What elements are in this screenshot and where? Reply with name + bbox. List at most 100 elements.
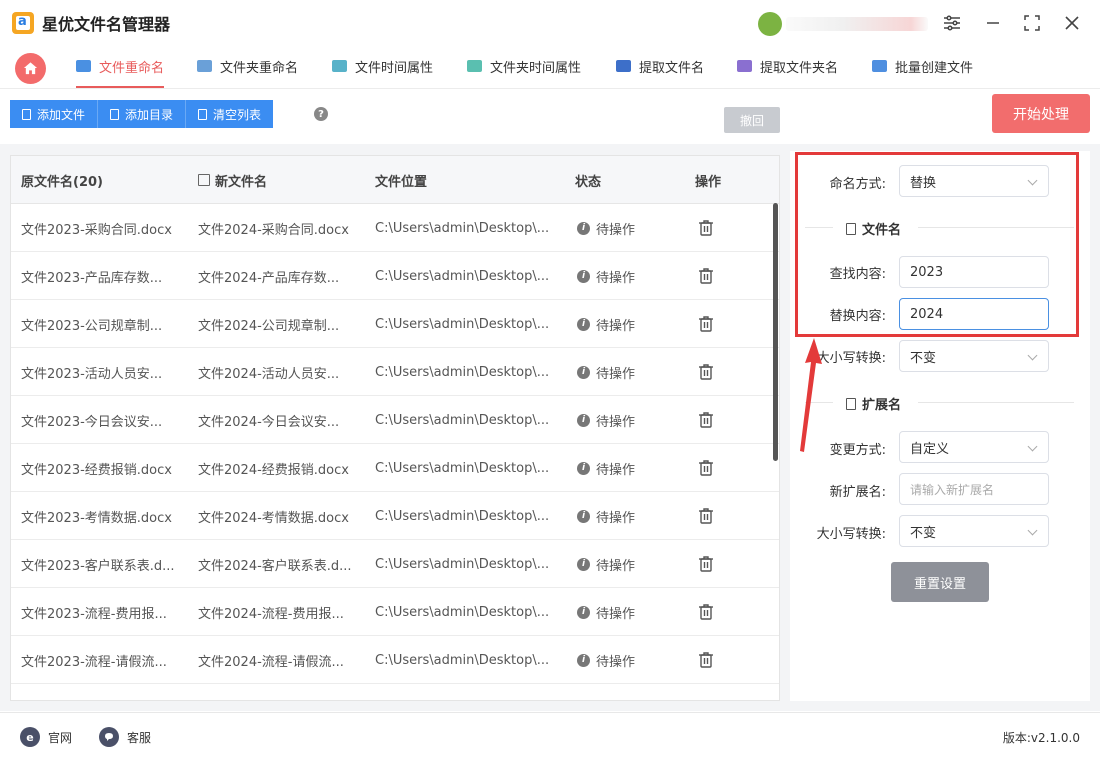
location-cell: C:\Users\admin\Desktop\... bbox=[375, 268, 550, 284]
replace-content-input[interactable]: 2024 bbox=[899, 298, 1049, 330]
location-cell: C:\Users\admin\Desktop\... bbox=[375, 316, 550, 332]
location-cell: C:\Users\admin\Desktop\... bbox=[375, 412, 550, 428]
home-icon bbox=[23, 62, 38, 75]
table-row[interactable]: 文件2023-客户联系表.d... 文件2024-客户联系表.d... C:\Use… bbox=[11, 540, 779, 588]
table-row[interactable]: 文件2023-经费报销.docx 文件2024-经费报销.docx C:\Users… bbox=[11, 444, 779, 492]
case-conversion-label: 大小写转换: bbox=[816, 351, 886, 366]
new-name-cell: 文件2024-考情数据.docx bbox=[198, 510, 349, 526]
file-toolbar: 添加文件 添加目录 清空列表 bbox=[10, 100, 274, 128]
location-cell: C:\Users\admin\Desktop\... bbox=[375, 604, 550, 620]
trash-icon bbox=[699, 604, 713, 620]
naming-mode-select[interactable]: 替换 bbox=[899, 165, 1049, 197]
location-cell: C:\Users\admin\Desktop\... bbox=[375, 556, 550, 572]
table-row[interactable]: 文件2023-流程-请假流... 文件2024-流程-请假流... C:\Users… bbox=[11, 636, 779, 684]
trash-icon bbox=[699, 316, 713, 332]
info-icon: i bbox=[577, 557, 590, 571]
status-cell: i 待操作 bbox=[577, 540, 635, 588]
original-name-cell: 文件2023-活动人员安... bbox=[21, 366, 163, 382]
user-avatar[interactable] bbox=[758, 12, 782, 36]
table-row[interactable]: 文件2023-公司规章制... 文件2024-公司规章制... C:\Users\a… bbox=[11, 300, 779, 348]
tab-extract-filename[interactable]: 提取文件名 bbox=[616, 46, 704, 86]
delete-button[interactable] bbox=[697, 492, 715, 540]
trash-icon bbox=[699, 412, 713, 428]
add-directory-button[interactable]: 添加目录 bbox=[98, 100, 187, 128]
folder-time-icon bbox=[467, 60, 482, 72]
new-extension-input[interactable]: 请输入新扩展名 bbox=[899, 473, 1049, 505]
home-button[interactable] bbox=[15, 53, 46, 84]
reset-settings-button[interactable]: 重置设置 bbox=[891, 562, 989, 602]
ext-mode-select[interactable]: 自定义 bbox=[899, 431, 1049, 463]
col-original-name: 原文件名(20) bbox=[21, 174, 103, 190]
settings-sliders-icon[interactable] bbox=[941, 12, 963, 34]
tab-file-rename[interactable]: 文件重命名 bbox=[76, 46, 165, 88]
info-icon: i bbox=[577, 509, 590, 523]
case-conversion-select[interactable]: 不变 bbox=[899, 340, 1049, 372]
filename-section-title: 文件名 bbox=[846, 219, 901, 238]
delete-button[interactable] bbox=[697, 348, 715, 396]
add-file-button[interactable]: 添加文件 bbox=[10, 100, 99, 128]
maximize-icon[interactable] bbox=[1021, 12, 1043, 34]
find-content-input[interactable]: 2023 bbox=[899, 256, 1049, 288]
extension-section-title: 扩展名 bbox=[846, 394, 901, 413]
original-name-cell: 文件2023-公司规章制... bbox=[21, 318, 163, 334]
delete-button[interactable] bbox=[697, 444, 715, 492]
undo-button[interactable]: 撤回 bbox=[724, 107, 780, 133]
close-icon[interactable] bbox=[1061, 12, 1083, 34]
start-process-button[interactable]: 开始处理 bbox=[992, 94, 1090, 133]
extract-filename-icon bbox=[616, 60, 631, 72]
chevron-down-icon bbox=[1027, 175, 1038, 186]
table-row[interactable]: 文件2023-今日会议安... 文件2024-今日会议安... C:\Users\a… bbox=[11, 396, 779, 444]
minimize-icon[interactable] bbox=[982, 12, 1004, 34]
chat-bubble-icon bbox=[99, 727, 119, 747]
table-row[interactable]: 文件2023-流程-费用报... 文件2024-流程-费用报... C:\Users… bbox=[11, 588, 779, 636]
delete-button[interactable] bbox=[697, 540, 715, 588]
delete-button[interactable] bbox=[697, 252, 715, 300]
original-name-cell: 文件2023-考情数据.docx bbox=[21, 510, 172, 526]
delete-button[interactable] bbox=[697, 300, 715, 348]
user-name-redacted bbox=[786, 17, 928, 31]
new-name-cell: 文件2024-流程-请假流... bbox=[198, 654, 344, 670]
file-table: 原文件名(20) 新文件名 文件位置 状态 操作 文件2023-采购合同.doc… bbox=[10, 155, 780, 701]
table-scrollbar[interactable] bbox=[773, 203, 778, 461]
folder-rename-icon bbox=[197, 60, 212, 72]
delete-button[interactable] bbox=[697, 636, 715, 684]
tab-file-time[interactable]: 文件时间属性 bbox=[332, 46, 433, 86]
delete-button[interactable] bbox=[697, 204, 715, 252]
col-location: 文件位置 bbox=[375, 174, 428, 190]
original-name-cell: 文件2023-流程-请假流... bbox=[21, 654, 167, 670]
footer-bar: e 官网 客服 版本:v2.1.0.0 bbox=[0, 712, 1100, 760]
chevron-down-icon bbox=[1027, 441, 1038, 452]
ext-case-conversion-label: 大小写转换: bbox=[816, 527, 886, 542]
table-row[interactable]: 文件2023-采购合同.docx 文件2024-采购合同.docx C:\Users… bbox=[11, 204, 779, 252]
new-name-cell: 文件2024-采购合同.docx bbox=[198, 222, 349, 238]
version-info: 版本:v2.1.0.0 bbox=[1002, 731, 1080, 745]
replace-content-label: 替换内容: bbox=[829, 309, 886, 324]
naming-mode-label: 命名方式: bbox=[829, 177, 886, 192]
extension-icon bbox=[846, 397, 856, 410]
ext-case-conversion-select[interactable]: 不变 bbox=[899, 515, 1049, 547]
table-row[interactable]: 文件2023-产品库存数... 文件2024-产品库存数... C:\Users\a… bbox=[11, 252, 779, 300]
tab-folder-time[interactable]: 文件夹时间属性 bbox=[467, 46, 581, 86]
tab-extract-foldername[interactable]: 提取文件夹名 bbox=[737, 46, 838, 86]
delete-button[interactable] bbox=[697, 588, 715, 636]
status-cell: i 待操作 bbox=[577, 396, 635, 444]
status-cell: i 待操作 bbox=[577, 492, 635, 540]
clear-list-button[interactable]: 清空列表 bbox=[186, 100, 274, 128]
info-icon: i bbox=[577, 269, 590, 283]
website-link[interactable]: e 官网 bbox=[20, 727, 72, 747]
tab-folder-rename[interactable]: 文件夹重命名 bbox=[197, 46, 298, 86]
new-name-cell: 文件2024-客户联系表.d... bbox=[198, 558, 352, 574]
table-row[interactable]: 文件2023-活动人员安... 文件2024-活动人员安... C:\Users\a… bbox=[11, 348, 779, 396]
chevron-down-icon bbox=[1027, 525, 1038, 536]
location-cell: C:\Users\admin\Desktop\... bbox=[375, 508, 550, 524]
section-divider bbox=[805, 227, 833, 228]
status-cell: i 待操作 bbox=[577, 204, 635, 252]
original-name-cell: 文件2023-客户联系表.d... bbox=[21, 558, 175, 574]
table-row[interactable]: 文件2023-考情数据.docx 文件2024-考情数据.docx C:\Users… bbox=[11, 492, 779, 540]
customer-service-link[interactable]: 客服 bbox=[99, 727, 151, 747]
tab-batch-create[interactable]: 批量创建文件 bbox=[872, 46, 973, 86]
original-name-cell: 文件2023-流程-费用报... bbox=[21, 606, 167, 622]
help-icon[interactable]: ? bbox=[314, 107, 328, 121]
delete-button[interactable] bbox=[697, 396, 715, 444]
col-new-name: 新文件名 bbox=[198, 156, 267, 204]
